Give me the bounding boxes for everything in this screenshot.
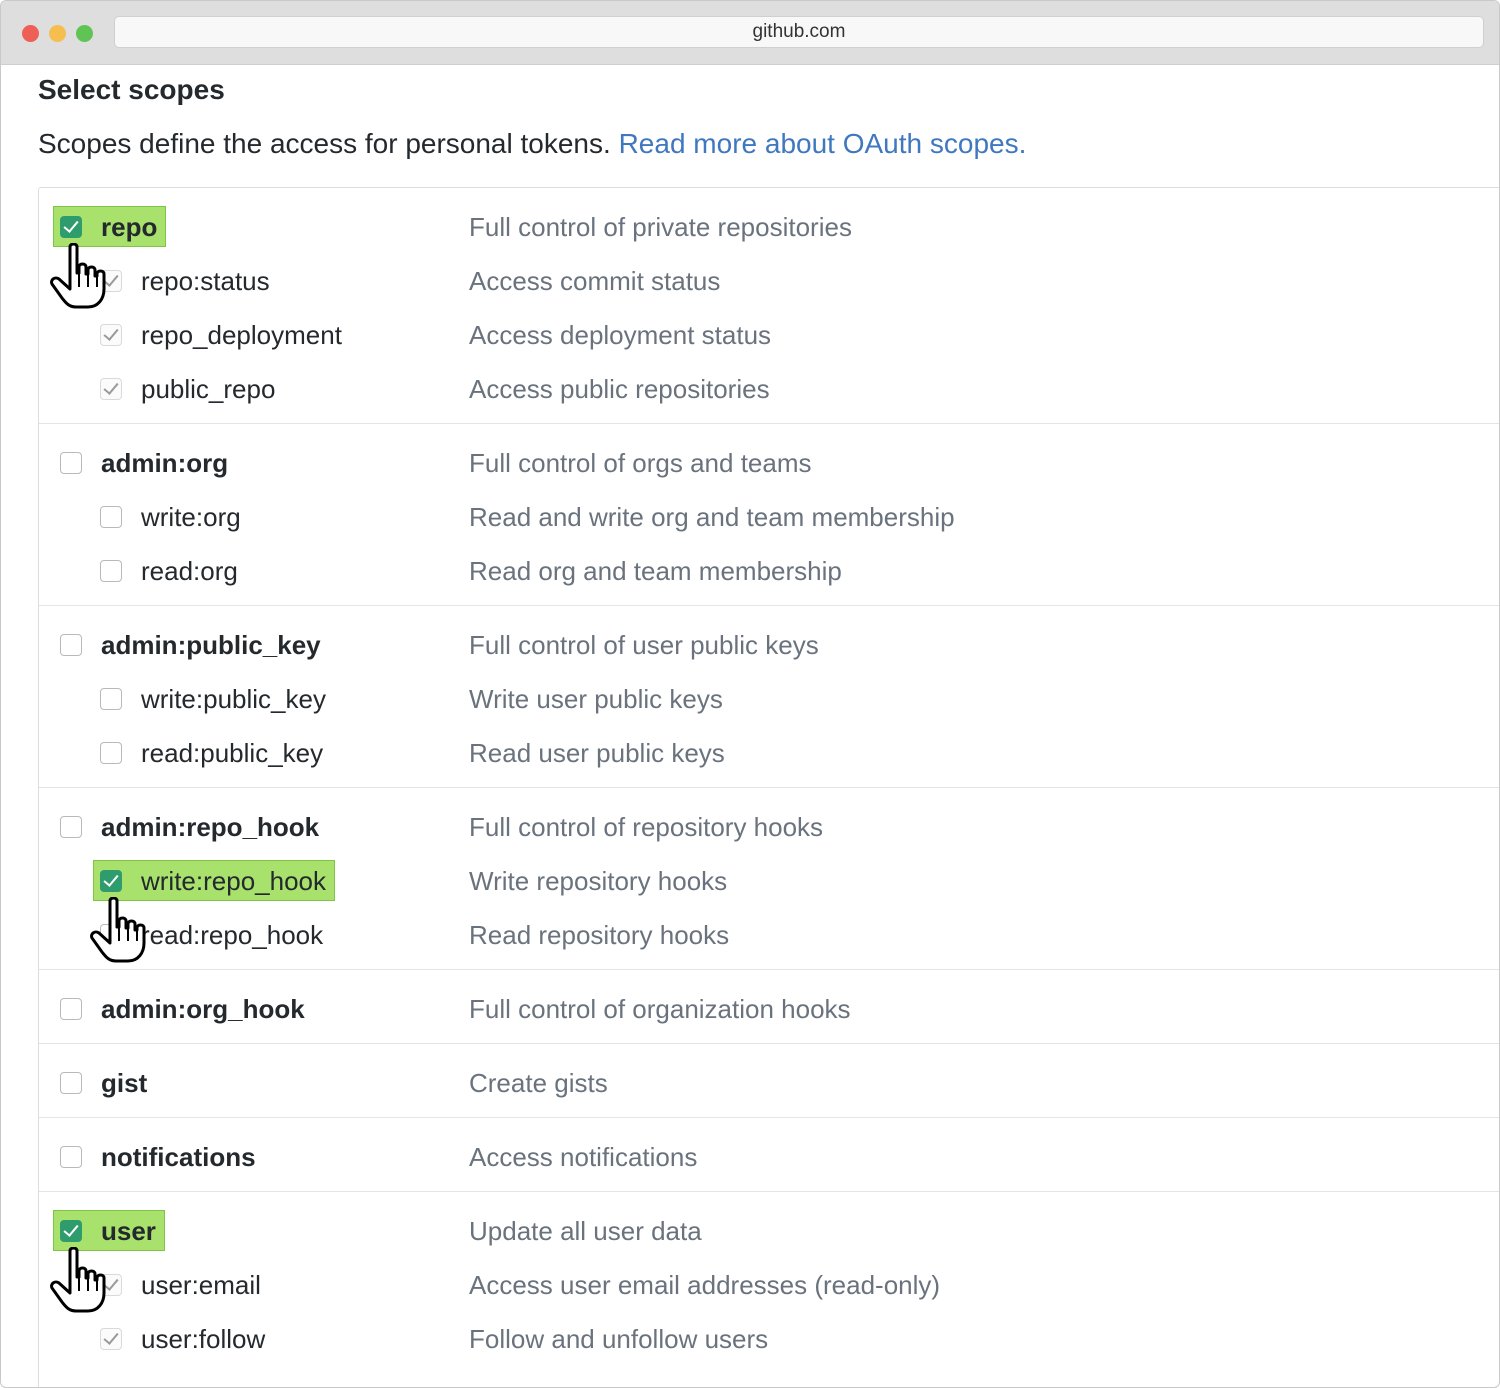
scope-name[interactable]: repo_deployment — [141, 315, 342, 355]
scope-name[interactable]: write:org — [141, 497, 241, 537]
close-window-button[interactable] — [22, 25, 39, 42]
scope-description: Read org and team membership — [469, 555, 842, 586]
scope-description: Full control of organization hooks — [469, 993, 851, 1024]
scope-group-repo: repo Full control of private repositories… — [39, 188, 1499, 424]
scope-group-admin-org-hook: admin:org_hook Full control of organizati… — [39, 970, 1499, 1044]
page-title: Select scopes — [38, 74, 225, 105]
scope-description: Read repository hooks — [469, 919, 730, 950]
scope-name[interactable]: admin:org_hook — [101, 989, 305, 1029]
browser-titlebar: github.com — [1, 1, 1499, 65]
scope-name[interactable]: repo:status — [141, 261, 270, 301]
scope-checkbox-repo-deployment[interactable] — [100, 324, 122, 346]
scope-row: write:repo_hook Write repository hooks — [39, 860, 1499, 915]
scope-description: Full control of repository hooks — [469, 811, 824, 842]
intro-text: Scopes define the access for personal to… — [38, 128, 1026, 160]
scope-name[interactable]: read:repo_hook — [141, 915, 323, 955]
scope-description: Follow and unfollow users — [469, 1323, 769, 1354]
scope-group-admin-org: admin:org Full control of orgs and teams w… — [39, 424, 1499, 606]
scope-description: Write user public keys — [469, 683, 723, 714]
oauth-scopes-link[interactable]: Read more about OAuth scopes. — [619, 128, 1027, 159]
scope-checkbox-public-repo[interactable] — [100, 378, 122, 400]
pointer-hand-icon — [50, 1246, 106, 1313]
scope-name[interactable]: write:repo_hook — [141, 861, 326, 901]
scope-name[interactable]: admin:org — [101, 443, 228, 483]
scope-checkbox-write-public-key[interactable] — [100, 688, 122, 710]
scope-row: gist Create gists — [39, 1063, 1499, 1117]
scope-description: Access commit status — [469, 265, 721, 296]
scope-checkbox-read-org[interactable] — [100, 560, 122, 582]
scope-description: Update all user data — [469, 1215, 702, 1246]
minimize-window-button[interactable] — [49, 25, 66, 42]
scope-description: Read and write org and team membership — [469, 501, 955, 532]
scope-name[interactable]: read:public_key — [141, 733, 323, 773]
scope-name[interactable]: user:email — [141, 1265, 261, 1305]
scope-row: write:public_key Write user public keys — [39, 679, 1499, 733]
intro-description: Scopes define the access for personal to… — [38, 128, 611, 159]
pointer-hand-icon — [90, 896, 146, 963]
scope-row: read:public_key Read user public keys — [39, 733, 1499, 787]
scope-row: admin:repo_hook Full control of repositor… — [39, 807, 1499, 861]
scope-description: Access deployment status — [469, 319, 772, 350]
scope-name[interactable]: repo — [101, 207, 157, 247]
scope-row: admin:org Full control of orgs and teams — [39, 443, 1499, 497]
scope-group-gist: gist Create gists — [39, 1044, 1499, 1118]
scope-row: repo_deployment Access deployment status — [39, 315, 1499, 369]
scope-description: Access notifications — [469, 1141, 698, 1172]
scope-name[interactable]: read:org — [141, 551, 238, 591]
scope-checkbox-user[interactable] — [60, 1220, 82, 1242]
address-bar[interactable]: github.com — [114, 16, 1484, 48]
scope-name[interactable]: user — [101, 1211, 156, 1251]
scope-row: admin:org_hook Full control of organizati… — [39, 989, 1499, 1043]
scope-row: read:org Read org and team membership — [39, 551, 1499, 605]
scope-group-admin-public-key: admin:public_key Full control of user pub… — [39, 606, 1499, 788]
scope-checkbox-admin-org-hook[interactable] — [60, 998, 82, 1020]
scope-row: user Update all user data — [39, 1210, 1499, 1265]
scope-row: repo Full control of private repositories — [39, 206, 1499, 261]
scope-row: write:org Read and write org and team mem… — [39, 497, 1499, 551]
scope-group-admin-repo-hook: admin:repo_hook Full control of repositor… — [39, 788, 1499, 970]
scope-row: public_repo Access public repositories — [39, 369, 1499, 423]
scope-name[interactable]: gist — [101, 1063, 147, 1103]
scope-checkbox-admin-repo-hook[interactable] — [60, 816, 82, 838]
scope-name[interactable]: notifications — [101, 1137, 256, 1177]
scope-row: user:email Access user email addresses (r… — [39, 1265, 1499, 1319]
scope-description: Access user email addresses (read-only) — [469, 1269, 941, 1300]
scope-checkbox-admin-public-key[interactable] — [60, 634, 82, 656]
scope-name[interactable]: user:follow — [141, 1319, 265, 1359]
scope-group-notifications: notifications Access notifications — [39, 1118, 1499, 1192]
address-bar-url: github.com — [752, 21, 846, 42]
scope-row: repo:status Access commit status — [39, 261, 1499, 315]
scope-checkbox-repo[interactable] — [60, 216, 82, 238]
scope-checkbox-admin-org[interactable] — [60, 452, 82, 474]
pointer-hand-icon — [50, 242, 106, 309]
maximize-window-button[interactable] — [76, 25, 93, 42]
scopes-list: repo Full control of private repositories… — [38, 187, 1499, 1387]
browser-window: github.com Select scopes Scopes define t… — [0, 0, 1500, 1388]
scope-name[interactable]: admin:public_key — [101, 625, 321, 665]
scope-name[interactable]: admin:repo_hook — [101, 807, 319, 847]
scope-row: read:repo_hook Read repository hooks — [39, 915, 1499, 969]
scope-checkbox-user-follow[interactable] — [100, 1328, 122, 1350]
scope-checkbox-notifications[interactable] — [60, 1146, 82, 1168]
scope-description: Create gists — [469, 1067, 608, 1098]
scope-name[interactable]: public_repo — [141, 369, 275, 409]
scope-row: notifications Access notifications — [39, 1137, 1499, 1191]
scope-description: Full control of private repositories — [469, 211, 852, 242]
scope-description: Access public repositories — [469, 373, 770, 404]
scope-description: Write repository hooks — [469, 865, 728, 896]
scope-description: Full control of user public keys — [469, 629, 819, 660]
scope-checkbox-gist[interactable] — [60, 1072, 82, 1094]
scope-description: Read user public keys — [469, 737, 725, 768]
scope-checkbox-write-repo-hook[interactable] — [100, 870, 122, 892]
scope-name[interactable]: write:public_key — [141, 679, 326, 719]
scope-description: Full control of orgs and teams — [469, 447, 812, 478]
scope-checkbox-read-public-key[interactable] — [100, 742, 122, 764]
scope-checkbox-write-org[interactable] — [100, 506, 122, 528]
scope-row: admin:public_key Full control of user pub… — [39, 625, 1499, 679]
scope-row: user:follow Follow and unfollow users — [39, 1319, 1499, 1373]
scope-group-user: user Update all user data user:email Access… — [39, 1192, 1499, 1373]
